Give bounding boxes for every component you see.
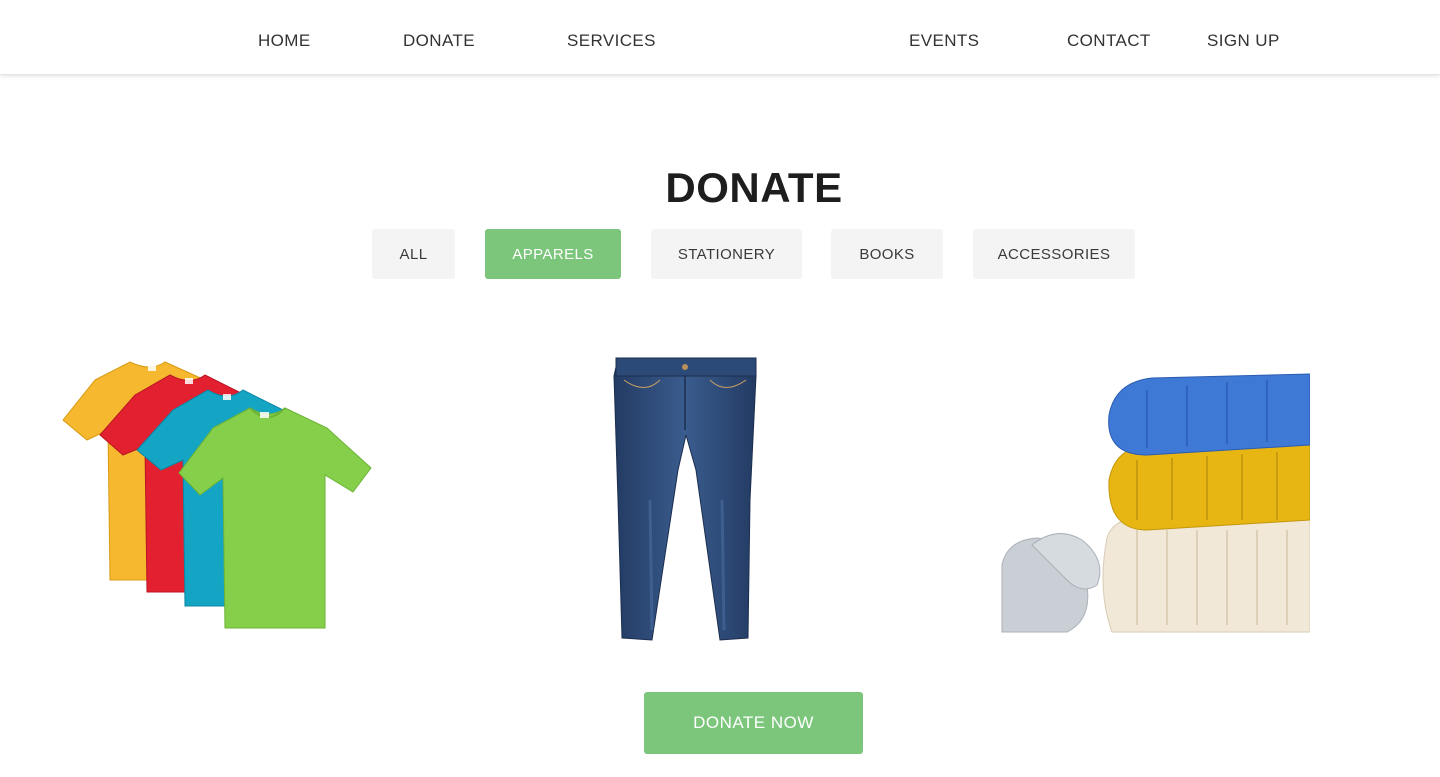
product-sweaters-image[interactable] [997, 370, 1311, 638]
nav-events-link[interactable]: EVENTS [909, 30, 979, 52]
product-tshirts-image[interactable] [55, 350, 380, 655]
filter-stationery-button[interactable]: STATIONERY [651, 229, 802, 279]
top-navbar: HOME DONATE SERVICES EVENTS CONTACT SIGN… [0, 0, 1440, 75]
filter-accessories-button[interactable]: ACCESSORIES [973, 229, 1135, 279]
nav-home-link[interactable]: HOME [258, 30, 311, 52]
jeans-illustration [613, 357, 757, 641]
filter-books-button[interactable]: BOOKS [831, 229, 943, 279]
page-title: DONATE [665, 164, 843, 211]
sweaters-illustration [997, 370, 1311, 638]
nav-contact-link[interactable]: CONTACT [1067, 30, 1151, 52]
nav-donate-link[interactable]: DONATE [403, 30, 475, 52]
nav-signup-link[interactable]: SIGN UP [1207, 30, 1280, 52]
donate-now-button[interactable]: DONATE NOW [644, 692, 863, 754]
nav-services-link[interactable]: SERVICES [567, 30, 656, 52]
tshirts-illustration [62, 361, 372, 629]
product-jeans-image[interactable] [600, 350, 770, 645]
filter-apparels-button[interactable]: APPARELS [485, 229, 621, 279]
filter-all-button[interactable]: ALL [372, 229, 455, 279]
